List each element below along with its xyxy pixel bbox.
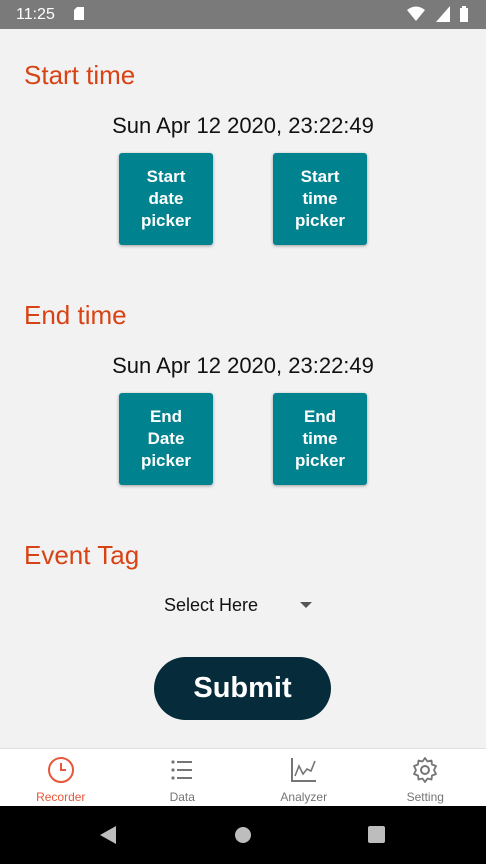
back-icon[interactable]: [99, 825, 117, 845]
list-icon: [171, 760, 193, 780]
battery-icon: [460, 6, 468, 22]
bottom-nav: Recorder Data Analyzer Setting: [0, 748, 486, 807]
gear-icon: [413, 757, 438, 783]
chart-icon: [290, 758, 316, 782]
nav-item-setting[interactable]: Setting: [365, 749, 486, 807]
wifi-icon: [407, 6, 426, 21]
nav-label-recorder: Recorder: [36, 790, 86, 804]
status-icons: [401, 6, 468, 24]
sd-card-icon: [74, 7, 84, 20]
nav-label-setting: Setting: [406, 790, 444, 804]
clock-icon: [47, 757, 74, 783]
system-nav-bar: [0, 806, 486, 864]
start-datetime: Sun Apr 12 2020, 23:22:49: [112, 113, 374, 138]
home-icon[interactable]: [234, 826, 252, 844]
recents-icon[interactable]: [368, 826, 385, 843]
event-tag-title: Event Tag: [24, 540, 140, 570]
dropdown-caret-icon: [300, 602, 312, 608]
end-datetime: Sun Apr 12 2020, 23:22:49: [112, 353, 374, 378]
submit-button[interactable]: Submit: [154, 657, 331, 720]
status-bar: 11:25: [0, 0, 486, 29]
end-time-picker-button[interactable]: End time picker: [273, 393, 367, 485]
nav-label-data: Data: [169, 790, 195, 804]
nav-item-recorder[interactable]: Recorder: [0, 749, 122, 807]
nav-item-data[interactable]: Data: [122, 749, 244, 807]
start-date-picker-button[interactable]: Start date picker: [119, 153, 213, 245]
end-time-title: End time: [24, 300, 127, 330]
event-tag-selected: Select Here: [164, 594, 259, 615]
nav-label-analyzer: Analyzer: [280, 790, 328, 804]
status-time: 11:25: [16, 6, 55, 23]
start-time-picker-button[interactable]: Start time picker: [273, 153, 367, 245]
end-date-picker-button[interactable]: End Date picker: [119, 393, 213, 485]
start-time-title: Start time: [24, 60, 136, 90]
signal-icon: [435, 6, 450, 22]
nav-item-analyzer[interactable]: Analyzer: [243, 749, 365, 807]
event-tag-dropdown[interactable]: Select Here: [156, 588, 326, 622]
